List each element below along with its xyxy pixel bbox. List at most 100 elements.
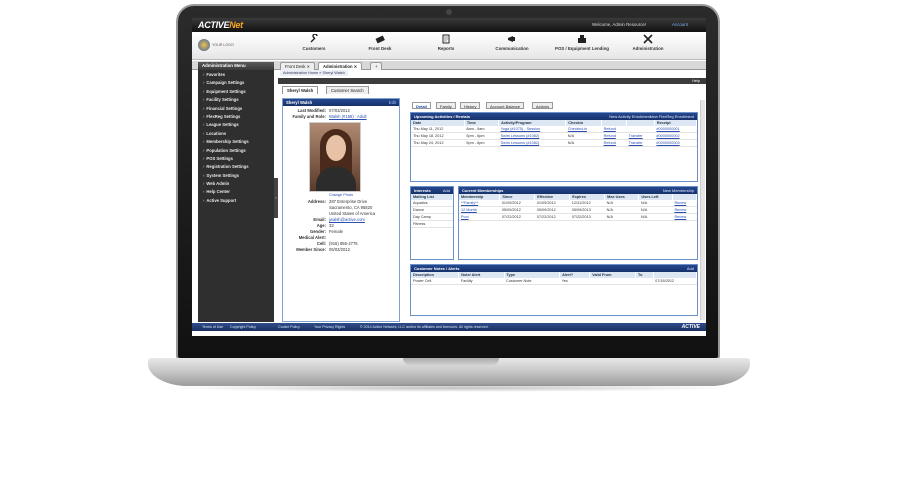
sidebar-item-web-admin[interactable]: Web Admin [198, 179, 274, 187]
sidebar-item-locations[interactable]: Locations [198, 129, 274, 137]
new-flexreg-enrollment-link[interactable]: New FlexReg Enrollment [650, 114, 694, 119]
activities-header: Upcoming Activities / Rentals New Activi… [411, 113, 697, 120]
copyright-link[interactable]: Copyright Policy [230, 325, 256, 329]
org-name: YOUR LOGO [212, 43, 234, 47]
org-seal-icon [198, 39, 210, 51]
family-link[interactable]: Walsh (#158) : Adult [329, 114, 367, 120]
renew-link[interactable]: Renew [672, 213, 697, 221]
sidebar-title: Administration Menu [198, 62, 274, 70]
footer: Terms of Use Copyright Policy Cookie Pol… [192, 323, 706, 331]
new-tab-button[interactable]: + [370, 62, 383, 70]
tab-detail[interactable]: Detail [412, 102, 431, 109]
memberships-panel: Current Memberships New Membership Membe… [458, 186, 698, 260]
edit-profile-link[interactable]: Edit [389, 100, 396, 105]
list-item: Dance [411, 206, 453, 214]
notes-panel: Customer Notes / Alerts Add Description N… [410, 264, 698, 316]
screen: ACTIVENet Welcome, Admin Resource! Accou… [192, 18, 706, 336]
sidebar-item-active-support[interactable]: Active Support [198, 196, 274, 204]
main-nav: YOUR LOGO Customers Front Desk Reports C… [192, 32, 706, 60]
tab-history[interactable]: History [460, 102, 481, 109]
app-logo[interactable]: ACTIVENet [198, 20, 243, 30]
add-note-link[interactable]: Add [687, 266, 694, 271]
sidebar-item-facility-settings[interactable]: Facility Settings [198, 95, 274, 103]
memberships-header: Current Memberships New Membership [459, 187, 697, 194]
wrench-icon [310, 34, 318, 43]
laptop-notch [403, 358, 499, 365]
nav-front-desk[interactable]: Front Desk [350, 34, 410, 51]
nav-reports[interactable]: Reports [416, 34, 476, 51]
sidebar-item-pos-settings[interactable]: POS Settings [198, 154, 274, 162]
profile-header: Sheryl Walsh Edit [283, 99, 399, 106]
notes-header: Customer Notes / Alerts Add [411, 265, 697, 272]
breadcrumb[interactable]: Administration Home » Sheryl Walsh [280, 70, 348, 76]
activities-panel: Upcoming Activities / Rentals New Activi… [410, 112, 698, 182]
sidebar-item-financial-settings[interactable]: Financial Settings [198, 104, 274, 112]
terms-link[interactable]: Terms of Use [202, 325, 223, 329]
document-icon [442, 34, 450, 44]
row-member-since: Member Since: 05/03/2012 [296, 247, 350, 252]
renew-link[interactable]: Renew [672, 206, 697, 214]
nav-communication[interactable]: Communication [482, 34, 542, 51]
table-row: Power Cell Facility Customer Note Yes 07/18/… [411, 278, 697, 285]
tab-front-desk[interactable]: Front Desk ✕ [280, 62, 316, 70]
sidebar-item-favorites[interactable]: Favorites [198, 70, 274, 78]
customer-profile-panel: Sheryl Walsh Edit Last Modified: 07/03/20… [282, 98, 400, 322]
interests-header: Interests Add [411, 187, 453, 194]
table-row: 12 Month 05/09/2012 05/09/2012 05/09/2013 N/… [459, 206, 697, 214]
row-family: Family and Role: Walsh (#158) : Adult [292, 114, 367, 120]
sidebar-item-population-settings[interactable]: Population Settings [198, 146, 274, 154]
memberships-table: Membership Since Effective Expires Max Uses U… [459, 194, 697, 221]
footer-brand-logo: ACTIVE [681, 324, 700, 330]
table-row: Pool 07/22/2012 07/22/2012 07/22/2013 N/A N/A… [459, 213, 697, 221]
sidebar-item-league-settings[interactable]: League Settings [198, 120, 274, 128]
list-item: Fitness [411, 220, 453, 228]
interests-table: Mailing List Aquatics Dance Day Camp Fit… [411, 194, 453, 228]
nav-administration[interactable]: Administration [618, 34, 678, 51]
customer-photo [309, 122, 361, 192]
tools-icon [643, 34, 653, 44]
notes-table: Description Note/ Alert Type Alert? Valid Fr… [411, 272, 697, 285]
camera-icon [446, 9, 452, 15]
nav-customers[interactable]: Customers [284, 34, 344, 51]
table-row: Thu May 24, 2012 5pm - 6pm Swim Lessons (#… [411, 139, 697, 147]
sidebar-collapse-handle[interactable]: ‹ [274, 178, 278, 218]
account-menu[interactable]: Account [672, 22, 688, 27]
sidebar-item-flexreg-settings[interactable]: FlexReg Settings [198, 112, 274, 120]
change-photo-link[interactable]: Change Photo [283, 193, 399, 197]
list-item: Day Camp [411, 213, 453, 221]
new-activity-enrollment-link[interactable]: New Activity Enrollment [609, 114, 651, 119]
sidebar-item-equipment-settings[interactable]: Equipment Settings [198, 87, 274, 95]
legal-text: © 2014 Active Network, LLC and/or its af… [360, 325, 489, 329]
add-interest-link[interactable]: Add [443, 188, 450, 193]
tab-family[interactable]: Family [436, 102, 456, 109]
customer-name: Sheryl Walsh [286, 100, 313, 105]
email-link[interactable]: jwalsh@active.com [329, 217, 365, 223]
pos-icon [578, 35, 586, 43]
sidebar-item-help-center[interactable]: Help Center [198, 187, 274, 195]
new-membership-link[interactable]: New Membership [663, 188, 694, 193]
laptop-shadow [160, 384, 740, 392]
tab-administration[interactable]: Administration ✕ [318, 62, 363, 70]
nav-pos[interactable]: POS / Equipment Lending [544, 34, 620, 51]
tab-account-balance[interactable]: Account Balance [486, 102, 525, 109]
table-row: Thu May 18, 2012 5pm - 6pm Swim Lessons (#… [411, 132, 697, 140]
help-link[interactable]: Help [278, 78, 706, 84]
sidebar-item-registration-settings[interactable]: Registration Settings [198, 162, 274, 170]
privacy-link[interactable]: Your Privacy Rights [314, 325, 345, 329]
admin-sidebar: Administration Menu Favorites Campaign S… [198, 62, 274, 322]
tab-customer-search[interactable]: Customer Search [326, 86, 369, 94]
ticket-icon [375, 35, 385, 44]
activities-table: Date Time Activity/Program Checkin Receipt T… [411, 120, 697, 147]
interests-panel: Interests Add Mailing List Aquatics Danc… [410, 186, 454, 260]
sidebar-item-system-settings[interactable]: System Settings [198, 171, 274, 179]
cookie-link[interactable]: Cookie Policy [278, 325, 300, 329]
top-bar: ACTIVENet Welcome, Admin Resource! Accou… [192, 18, 706, 32]
tab-customer-profile[interactable]: Sheryl Walsh [282, 86, 319, 94]
vertical-scrollbar[interactable] [700, 100, 705, 320]
org-logo: YOUR LOGO [198, 36, 240, 54]
sidebar-item-campaign-settings[interactable]: Campaign Settings [198, 78, 274, 86]
tab-actions[interactable]: Actions [532, 102, 554, 109]
megaphone-icon [508, 36, 515, 42]
welcome-text: Welcome, Admin Resource! [592, 22, 647, 27]
sidebar-item-membership-settings[interactable]: Membership Settings [198, 137, 274, 145]
